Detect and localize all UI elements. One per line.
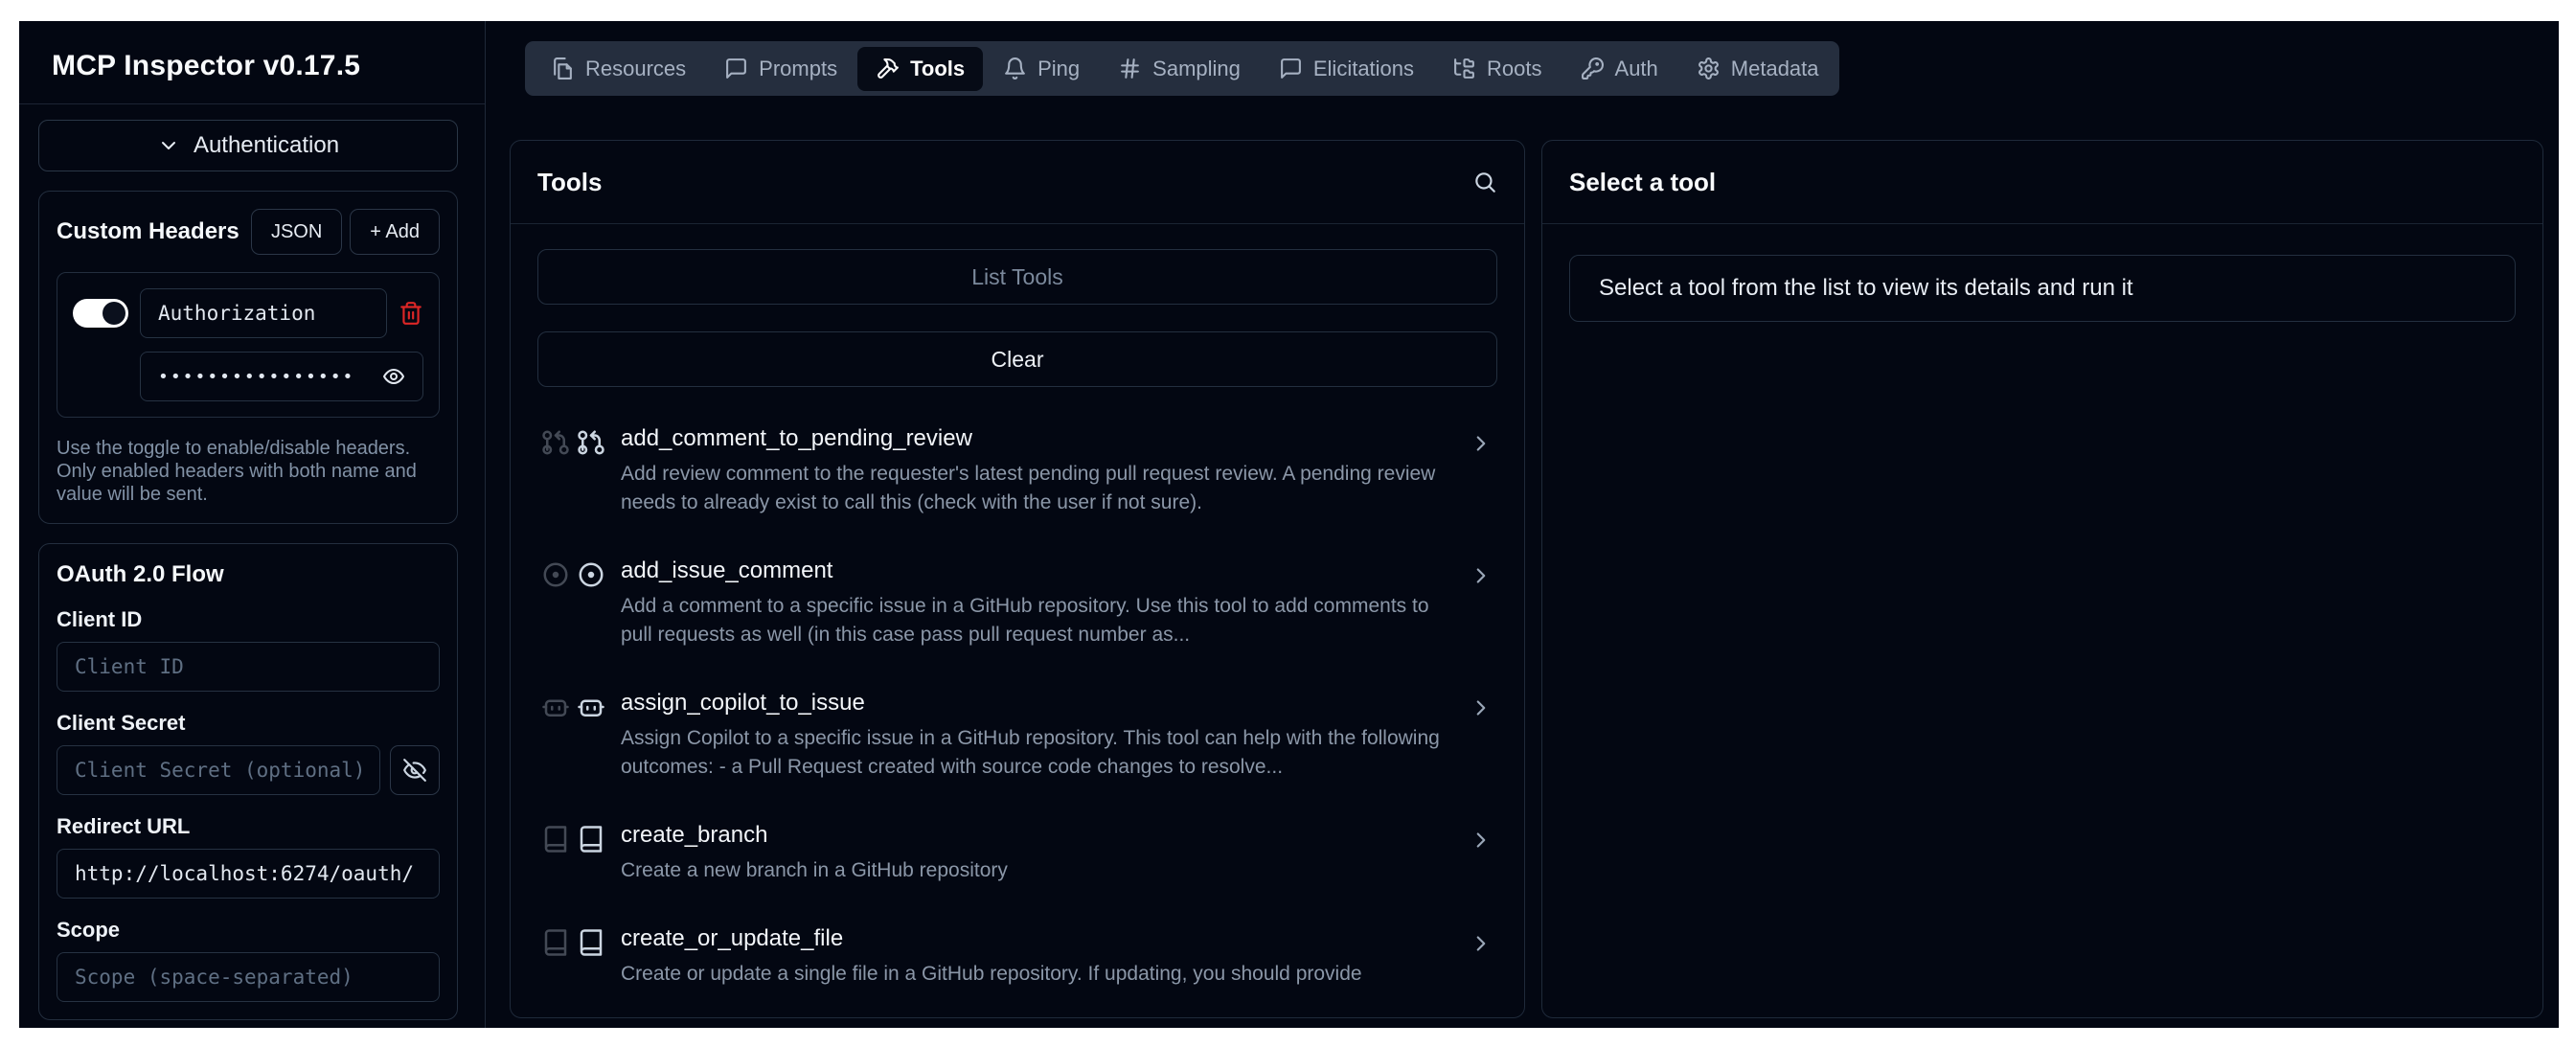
tool-list-item[interactable]: add_comment_to_pending_review Add review… (537, 416, 1497, 527)
client-id-label: Client ID (57, 607, 440, 632)
tool-name: assign_copilot_to_issue (621, 690, 1449, 717)
tool-list-item[interactable]: assign_copilot_to_issue Assign Copilot t… (537, 680, 1497, 791)
tool-list: add_comment_to_pending_review Add review… (537, 416, 1497, 998)
tab-ping[interactable]: Ping (985, 47, 1098, 91)
tool-list-item[interactable]: create_branch Create a new branch in a G… (537, 812, 1497, 895)
tool-name: create_branch (621, 822, 1449, 849)
tab-tools[interactable]: Tools (857, 47, 983, 91)
json-mode-button[interactable]: JSON (251, 209, 342, 255)
trash-icon (399, 301, 423, 326)
tool-description: Assign Copilot to a specific issue in a … (621, 724, 1449, 782)
tools-panel: Tools List Tools Clear add_com (510, 140, 1525, 1018)
tool-description: Add review comment to the requester's la… (621, 460, 1449, 517)
tool-description: Add a comment to a specific issue in a G… (621, 592, 1449, 649)
chevron-right-icon (1469, 931, 1493, 956)
details-panel-title: Select a tool (1569, 168, 1716, 197)
circle-dot-icon (577, 560, 605, 589)
app-title: MCP Inspector v0.17.5 (52, 50, 452, 82)
header-name-input[interactable] (140, 288, 387, 338)
book-icon (577, 825, 605, 854)
tool-name: add_issue_comment (621, 558, 1449, 584)
app-window: MCP Inspector v0.17.5 Authentication Cus… (19, 21, 2559, 1028)
git-pull-request-icon (577, 428, 605, 457)
masked-header-value: •••••••••••••••• (158, 367, 354, 387)
empty-state-message: Select a tool from the list to view its … (1569, 255, 2516, 322)
clear-button[interactable]: Clear (537, 331, 1497, 387)
book-icon-ghost (541, 825, 570, 854)
chevron-right-icon (1469, 695, 1493, 720)
client-secret-label: Client Secret (57, 711, 440, 736)
tab-bar: Resources Prompts Tools Ping Sampling El… (525, 41, 1839, 96)
bot-icon-ghost (541, 693, 570, 721)
search-icon[interactable] (1472, 170, 1497, 194)
tools-panel-title: Tools (537, 168, 602, 197)
header-enabled-toggle[interactable] (73, 299, 128, 328)
tab-prompts[interactable]: Prompts (706, 47, 855, 91)
scope-label: Scope (57, 918, 440, 943)
oauth-title: OAuth 2.0 Flow (57, 561, 440, 588)
reveal-secret-button[interactable] (390, 745, 440, 795)
toggle-knob (103, 302, 125, 325)
sidebar-header: MCP Inspector v0.17.5 (19, 21, 485, 104)
list-tools-button[interactable]: List Tools (537, 249, 1497, 305)
gear-icon (1697, 57, 1721, 80)
bot-icon (577, 693, 605, 721)
tab-metadata[interactable]: Metadata (1678, 47, 1837, 91)
book-icon (577, 928, 605, 957)
chevron-right-icon (1469, 828, 1493, 853)
tab-sampling[interactable]: Sampling (1100, 47, 1259, 91)
oauth-card: OAuth 2.0 Flow Client ID Client Secret R… (38, 543, 458, 1020)
folder-tree-icon (1452, 57, 1476, 80)
client-id-input[interactable] (57, 642, 440, 692)
custom-headers-card: Custom Headers JSON + Add •••••••••••••• (38, 191, 458, 524)
authentication-collapse-button[interactable]: Authentication (38, 120, 458, 171)
header-value-input[interactable]: •••••••••••••••• (140, 352, 423, 401)
tool-description: Create or update a single file in a GitH… (621, 960, 1449, 989)
custom-headers-title: Custom Headers (57, 218, 239, 245)
message-square-icon (1279, 57, 1303, 80)
scope-input[interactable] (57, 952, 440, 1002)
hash-icon (1118, 57, 1142, 80)
files-icon (551, 57, 575, 80)
add-header-button[interactable]: + Add (350, 209, 440, 255)
headers-helper-text: Use the toggle to enable/disable headers… (57, 437, 421, 506)
tab-auth[interactable]: Auth (1562, 47, 1676, 91)
tool-description: Create a new branch in a GitHub reposito… (621, 856, 1449, 885)
tool-list-item[interactable]: add_issue_comment Add a comment to a spe… (537, 548, 1497, 659)
sidebar: MCP Inspector v0.17.5 Authentication Cus… (19, 21, 486, 1028)
client-secret-input[interactable] (57, 745, 380, 795)
chevron-right-icon (1469, 563, 1493, 588)
chevron-right-icon (1469, 431, 1493, 456)
message-square-icon (724, 57, 748, 80)
tab-elicitations[interactable]: Elicitations (1261, 47, 1432, 91)
eye-off-icon (402, 758, 427, 783)
redirect-url-input[interactable] (57, 849, 440, 899)
hammer-icon (876, 57, 900, 80)
authentication-collapse-label: Authentication (194, 132, 339, 159)
book-icon-ghost (541, 928, 570, 957)
main-content: Resources Prompts Tools Ping Sampling El… (486, 21, 2559, 1028)
header-entry-card: •••••••••••••••• (57, 272, 440, 418)
key-icon (1581, 57, 1605, 80)
chevron-down-icon (157, 134, 180, 157)
git-pull-request-icon-ghost (541, 428, 570, 457)
delete-header-button[interactable] (399, 301, 423, 326)
redirect-url-label: Redirect URL (57, 814, 440, 839)
bell-icon (1003, 57, 1027, 80)
circle-dot-icon-ghost (541, 560, 570, 589)
tool-list-item[interactable]: create_or_update_file Create or update a… (537, 916, 1497, 998)
tab-resources[interactable]: Resources (533, 47, 704, 91)
tab-roots[interactable]: Roots (1434, 47, 1560, 91)
tool-name: create_or_update_file (621, 925, 1449, 952)
tool-details-panel: Select a tool Select a tool from the lis… (1541, 140, 2543, 1018)
eye-icon[interactable] (382, 365, 405, 388)
tool-name: add_comment_to_pending_review (621, 425, 1449, 452)
